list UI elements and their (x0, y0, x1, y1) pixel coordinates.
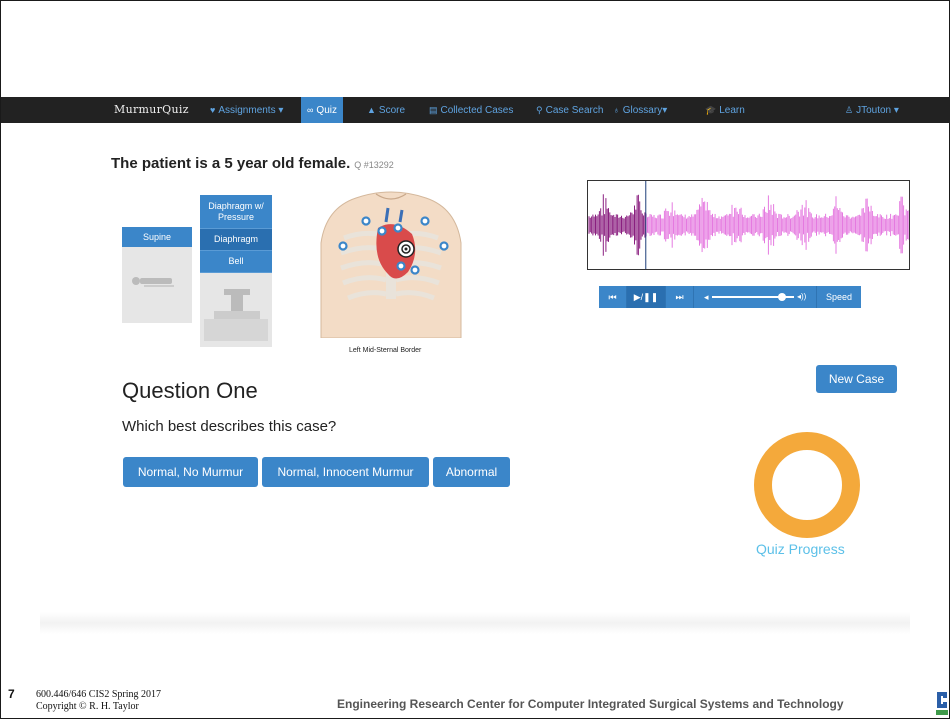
volume-high-icon: ◂)) (797, 292, 807, 301)
list-icon: ▤ (429, 105, 438, 115)
volume-low-icon: ◂ (704, 292, 709, 302)
erc-logo-icon (936, 692, 948, 715)
patient-description: The patient is a 5 year old female. Q #13… (111, 155, 394, 172)
glasses-icon: ∞ (307, 105, 314, 115)
stethoscope-marker-icon (397, 240, 415, 258)
erc-footer-title: Engineering Research Center for Computer… (337, 697, 844, 711)
question-title: Question One (122, 378, 258, 403)
play-pause-button[interactable]: ▶/❚❚ (627, 286, 666, 308)
volume-control[interactable]: ◂ ◂)) (694, 286, 817, 308)
stethoscope-diaphragm-pressure[interactable]: Diaphragm w/ Pressure (200, 195, 272, 229)
audio-controls: ⏮ ▶/❚❚ ⏭ ◂ ◂)) Speed (599, 286, 861, 308)
course-info: 600.446/646 CIS2 Spring 2017 Copyright ©… (36, 689, 162, 712)
quiz-progress-label: Quiz Progress (756, 541, 845, 557)
waveform-graphic (588, 181, 910, 269)
stethoscope-bell[interactable]: Bell (200, 251, 272, 273)
search-icon: ⚲ (536, 105, 543, 115)
supine-figure-icon (132, 277, 174, 287)
auscultation-location-label: Left Mid-Sternal Border (349, 347, 422, 354)
graduation-cap-icon: 🎓 (705, 105, 717, 115)
nav-score[interactable]: ▲ Score (367, 97, 405, 123)
skip-back-button[interactable]: ⏮ (599, 286, 627, 308)
brand-logo[interactable]: MurmurQuiz (114, 97, 189, 123)
question-prompt: Which best describes this case? (122, 418, 337, 435)
answer-normal-no-murmur[interactable]: Normal, No Murmur (123, 457, 258, 487)
nav-user-menu[interactable]: ♙ JTouton ▾ (845, 97, 899, 123)
stethoscope-card: Diaphragm w/ Pressure Diaphragm Bell (200, 195, 272, 347)
skip-forward-button[interactable]: ⏭ (666, 286, 694, 308)
progress-ring-track (754, 432, 860, 538)
quiz-progress-ring (754, 432, 860, 538)
position-card[interactable]: Supine (122, 227, 192, 323)
question-id: Q #13292 (354, 160, 394, 170)
nav-quiz[interactable]: ∞ Quiz (301, 97, 343, 123)
answer-normal-innocent-murmur[interactable]: Normal, Innocent Murmur (262, 457, 429, 487)
stethoscope-bell-icon (204, 289, 268, 341)
heartbeat-icon: ♥ (210, 105, 216, 115)
nav-assignments[interactable]: ♥ Assignments ▾ (210, 97, 283, 123)
answer-abnormal[interactable]: Abnormal (433, 457, 510, 487)
nav-glossary[interactable]: ♁ Glossary▾ (613, 97, 667, 123)
stethoscope-icon: ♁ (613, 105, 620, 115)
content-divider (40, 612, 910, 634)
audio-waveform[interactable] (587, 180, 910, 270)
speed-button[interactable]: Speed (817, 286, 861, 308)
slide-page-number: 7 (8, 687, 15, 701)
new-case-button[interactable]: New Case (816, 365, 897, 393)
user-icon: ♙ (845, 105, 854, 115)
volume-slider-handle[interactable] (777, 293, 786, 301)
area-chart-icon: ▲ (367, 105, 376, 115)
nav-collected-cases[interactable]: ▤ Collected Cases (429, 97, 513, 123)
nav-learn[interactable]: 🎓 Learn (705, 97, 745, 123)
chest-diagram[interactable] (316, 188, 466, 338)
top-navbar: MurmurQuiz ♥ Assignments ▾ ∞ Quiz ▲ Score ▤… (1, 97, 950, 123)
nav-case-search[interactable]: ⚲ Case Search (536, 97, 603, 123)
stethoscope-diaphragm[interactable]: Diaphragm (200, 229, 272, 251)
position-label[interactable]: Supine (122, 227, 192, 247)
